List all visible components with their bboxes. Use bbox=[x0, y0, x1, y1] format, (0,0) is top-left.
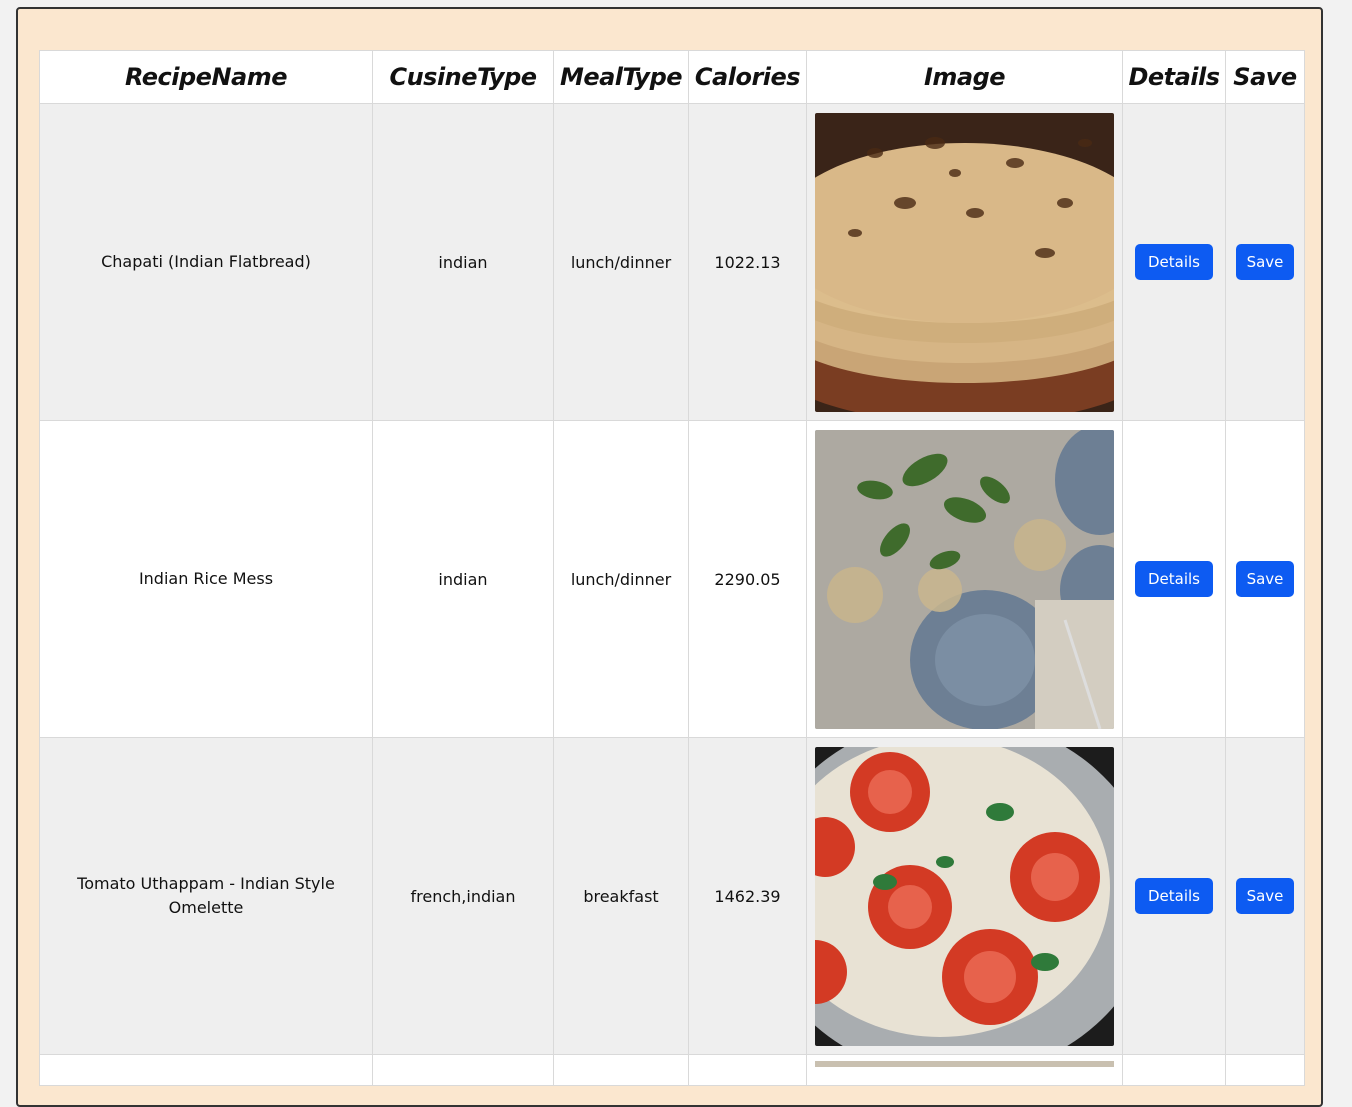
recipes-table: RecipeName CusineType MealType Calories … bbox=[39, 50, 1305, 1086]
image-cell bbox=[806, 420, 1123, 738]
header-save: Save bbox=[1225, 50, 1305, 104]
table-row bbox=[39, 1054, 1305, 1086]
image-cell bbox=[806, 737, 1123, 1055]
details-button[interactable]: Details bbox=[1134, 561, 1213, 597]
details-cell: Details bbox=[1122, 103, 1226, 421]
save-cell: Save bbox=[1225, 420, 1305, 738]
details-cell: Details bbox=[1122, 737, 1226, 1055]
meal-type: lunch/dinner bbox=[553, 103, 689, 421]
table-row: Chapati (Indian Flatbread) indian lunch/… bbox=[39, 103, 1305, 421]
details-cell: Details bbox=[1122, 420, 1226, 738]
header-recipe-name: RecipeName bbox=[39, 50, 373, 104]
table-row: Indian Rice Mess indian lunch/dinner 229… bbox=[39, 420, 1305, 738]
calories: 1462.39 bbox=[688, 737, 807, 1055]
header-cuisine-type: CusineType bbox=[372, 50, 554, 104]
save-button[interactable]: Save bbox=[1235, 244, 1295, 280]
meal-type bbox=[553, 1054, 689, 1086]
recipe-name bbox=[39, 1054, 373, 1086]
chapati-flatbread-photo bbox=[815, 112, 1114, 412]
save-cell bbox=[1225, 1054, 1305, 1086]
table-row: Tomato Uthappam - Indian Style Omelette … bbox=[39, 737, 1305, 1055]
details-cell bbox=[1122, 1054, 1226, 1086]
cuisine-type: indian bbox=[372, 103, 554, 421]
calories bbox=[688, 1054, 807, 1086]
header-calories: Calories bbox=[688, 50, 807, 104]
details-button[interactable]: Details bbox=[1134, 244, 1213, 280]
save-button[interactable]: Save bbox=[1235, 561, 1295, 597]
cuisine-type: french,indian bbox=[372, 737, 554, 1055]
results-panel: RecipeName CusineType MealType Calories … bbox=[16, 7, 1323, 1107]
header-image: Image bbox=[806, 50, 1123, 104]
meal-type: breakfast bbox=[553, 737, 689, 1055]
header-details: Details bbox=[1122, 50, 1226, 104]
image-cell bbox=[806, 103, 1123, 421]
calories: 1022.13 bbox=[688, 103, 807, 421]
details-button[interactable]: Details bbox=[1134, 878, 1213, 914]
cuisine-type: indian bbox=[372, 420, 554, 738]
meal-type: lunch/dinner bbox=[553, 420, 689, 738]
table-setting-photo bbox=[815, 429, 1114, 729]
recipe-name: Indian Rice Mess bbox=[39, 420, 373, 738]
recipe-name: Tomato Uthappam - Indian Style Omelette bbox=[39, 737, 373, 1055]
image-cell bbox=[806, 1054, 1123, 1086]
header-meal-type: MealType bbox=[553, 50, 689, 104]
save-button[interactable]: Save bbox=[1235, 878, 1295, 914]
recipe-photo bbox=[815, 1061, 1114, 1067]
tomato-uthappam-photo bbox=[815, 746, 1114, 1046]
cuisine-type bbox=[372, 1054, 554, 1086]
recipe-name: Chapati (Indian Flatbread) bbox=[39, 103, 373, 421]
save-cell: Save bbox=[1225, 737, 1305, 1055]
calories: 2290.05 bbox=[688, 420, 807, 738]
save-cell: Save bbox=[1225, 103, 1305, 421]
table-header-row: RecipeName CusineType MealType Calories … bbox=[39, 50, 1305, 104]
